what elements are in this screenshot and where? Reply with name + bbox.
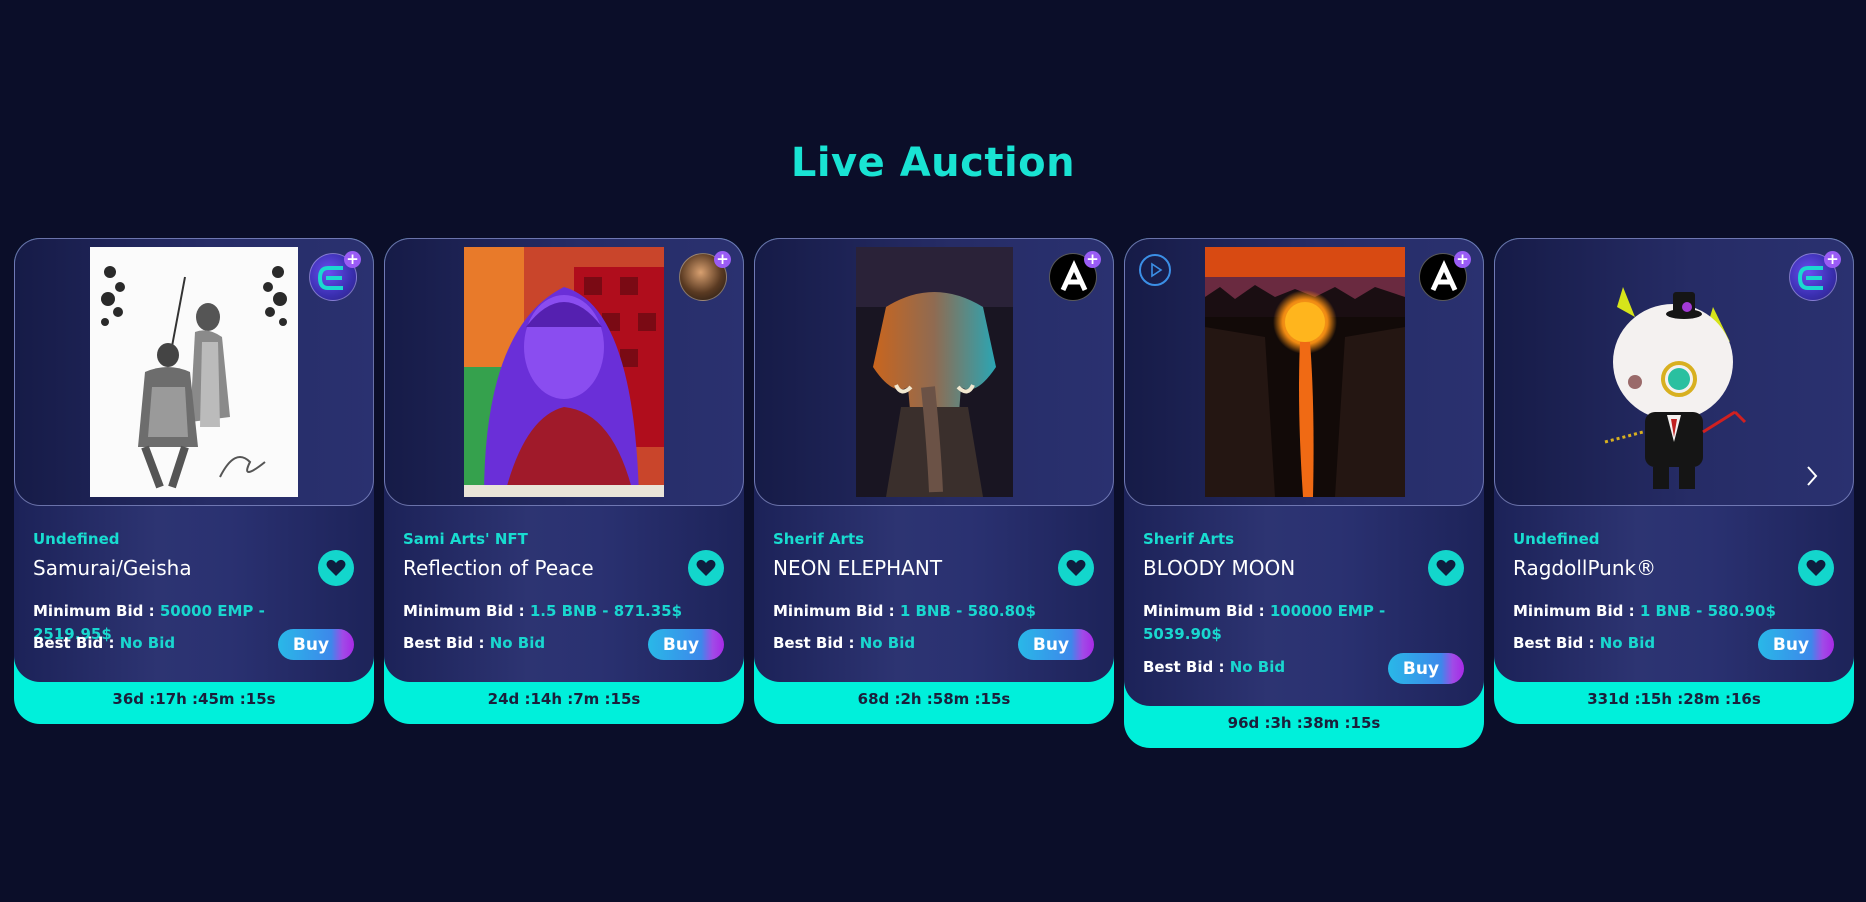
buy-button[interactable]: Buy bbox=[278, 629, 354, 660]
minimum-bid-value: 1 BNB - 580.80$ bbox=[899, 602, 1036, 620]
best-bid-label: Best Bid : bbox=[33, 634, 115, 652]
best-bid: Best Bid : No Bid bbox=[1143, 656, 1285, 679]
minimum-bid-label: Minimum Bid : bbox=[1143, 602, 1265, 620]
nft-title[interactable]: BLOODY MOON bbox=[1143, 556, 1295, 580]
heart-icon bbox=[1436, 559, 1456, 576]
heart-icon bbox=[1066, 559, 1086, 576]
best-bid-value: No Bid bbox=[1229, 658, 1286, 676]
like-button[interactable] bbox=[1798, 550, 1834, 586]
best-bid-value: No Bid bbox=[119, 634, 176, 652]
collection-name[interactable]: Sherif Arts bbox=[1143, 530, 1234, 548]
like-button[interactable] bbox=[318, 550, 354, 586]
nft-title[interactable]: RagdollPunk® bbox=[1513, 556, 1656, 580]
minimum-bid-label: Minimum Bid : bbox=[33, 602, 155, 620]
minimum-bid-label: Minimum Bid : bbox=[403, 602, 525, 620]
minimum-bid-value: 1.5 BNB - 871.35$ bbox=[529, 602, 683, 620]
best-bid-label: Best Bid : bbox=[1513, 634, 1595, 652]
best-bid-label: Best Bid : bbox=[1143, 658, 1225, 676]
nft-title[interactable]: NEON ELEPHANT bbox=[773, 556, 942, 580]
plus-icon[interactable]: + bbox=[1824, 251, 1841, 268]
minimum-bid-label: Minimum Bid : bbox=[1513, 602, 1635, 620]
artwork-image bbox=[856, 247, 1013, 497]
play-button[interactable] bbox=[1139, 254, 1171, 286]
minimum-bid: Minimum Bid : 1.5 BNB - 871.35$ bbox=[403, 600, 703, 623]
artwork-image bbox=[1205, 247, 1405, 497]
best-bid-label: Best Bid : bbox=[403, 634, 485, 652]
minimum-bid: Minimum Bid : 1 BNB - 580.90$ bbox=[1513, 600, 1813, 623]
artwork-frame[interactable]: + bbox=[754, 238, 1114, 506]
countdown-timer: 24d :14h :7m :15s bbox=[487, 690, 641, 708]
collection-name[interactable]: Undefined bbox=[33, 530, 119, 548]
buy-button[interactable]: Buy bbox=[1758, 629, 1834, 660]
collection-name[interactable]: Sherif Arts bbox=[773, 530, 864, 548]
carousel-next-button[interactable] bbox=[1805, 465, 1819, 487]
artwork-frame[interactable]: + bbox=[1494, 238, 1854, 506]
best-bid: Best Bid : No Bid bbox=[33, 632, 175, 655]
heart-icon bbox=[696, 559, 716, 576]
countdown-timer: 96d :3h :38m :15s bbox=[1227, 714, 1381, 732]
nft-title[interactable]: Reflection of Peace bbox=[403, 556, 594, 580]
best-bid-value: No Bid bbox=[489, 634, 546, 652]
heart-icon bbox=[1806, 559, 1826, 576]
minimum-bid: Minimum Bid : 100000 EMP - 5039.90$ bbox=[1143, 600, 1388, 646]
plus-icon[interactable]: + bbox=[1084, 251, 1101, 268]
artwork-frame[interactable]: + bbox=[14, 238, 374, 506]
like-button[interactable] bbox=[1058, 550, 1094, 586]
best-bid: Best Bid : No Bid bbox=[1513, 632, 1655, 655]
plus-icon[interactable]: + bbox=[714, 251, 731, 268]
minimum-bid-label: Minimum Bid : bbox=[773, 602, 895, 620]
artwork-frame[interactable]: + bbox=[1124, 238, 1484, 506]
heart-icon bbox=[326, 559, 346, 576]
best-bid-label: Best Bid : bbox=[773, 634, 855, 652]
best-bid-value: No Bid bbox=[859, 634, 916, 652]
creator-avatar[interactable]: + bbox=[1419, 251, 1471, 301]
creator-avatar[interactable]: + bbox=[1789, 251, 1841, 301]
best-bid-value: No Bid bbox=[1599, 634, 1656, 652]
artwork-frame[interactable]: + bbox=[384, 238, 744, 506]
section-title: Live Auction bbox=[790, 140, 1076, 186]
minimum-bid-value: 1 BNB - 580.90$ bbox=[1639, 602, 1776, 620]
buy-button[interactable]: Buy bbox=[648, 629, 724, 660]
artwork-image bbox=[464, 247, 664, 497]
minimum-bid: Minimum Bid : 1 BNB - 580.80$ bbox=[773, 600, 1073, 623]
like-button[interactable] bbox=[688, 550, 724, 586]
artwork-image bbox=[1604, 287, 1747, 489]
creator-avatar[interactable]: + bbox=[309, 251, 361, 301]
countdown-timer: 331d :15h :28m :16s bbox=[1587, 690, 1761, 708]
buy-button[interactable]: Buy bbox=[1018, 629, 1094, 660]
collection-name[interactable]: Undefined bbox=[1513, 530, 1599, 548]
chevron-right-icon bbox=[1807, 466, 1818, 486]
creator-avatar[interactable]: + bbox=[679, 251, 731, 301]
like-button[interactable] bbox=[1428, 550, 1464, 586]
best-bid: Best Bid : No Bid bbox=[773, 632, 915, 655]
play-icon bbox=[1151, 262, 1163, 278]
plus-icon[interactable]: + bbox=[1454, 251, 1471, 268]
buy-button[interactable]: Buy bbox=[1388, 653, 1464, 684]
nft-title[interactable]: Samurai/Geisha bbox=[33, 556, 192, 580]
artwork-image bbox=[90, 247, 298, 497]
plus-icon[interactable]: + bbox=[344, 251, 361, 268]
collection-name[interactable]: Sami Arts' NFT bbox=[403, 530, 528, 548]
creator-avatar[interactable]: + bbox=[1049, 251, 1101, 301]
best-bid: Best Bid : No Bid bbox=[403, 632, 545, 655]
countdown-timer: 36d :17h :45m :15s bbox=[112, 690, 276, 708]
countdown-timer: 68d :2h :58m :15s bbox=[857, 690, 1011, 708]
auction-carousel: + Undefined Samurai/Geisha Minimum Bid :… bbox=[14, 238, 1854, 758]
